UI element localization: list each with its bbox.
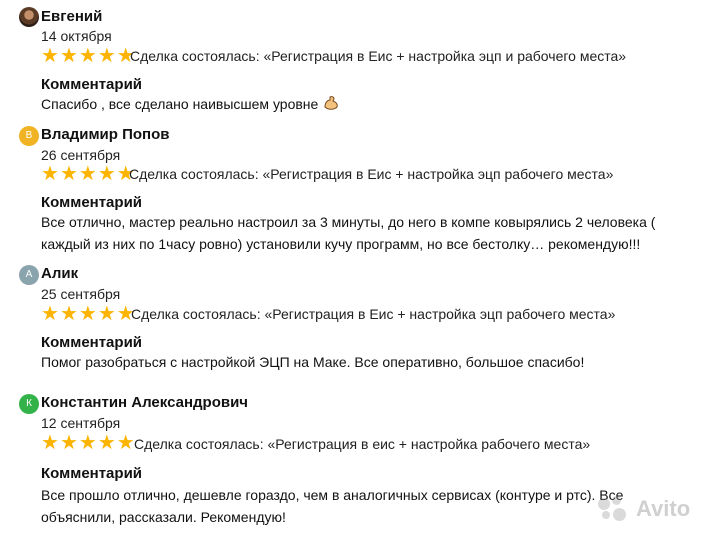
avatar[interactable]: В	[19, 126, 39, 146]
rating-stars: ★ ★ ★ ★ ★	[41, 304, 135, 324]
avatar[interactable]	[19, 7, 39, 27]
deal-info: Сделка состоялась: «Регистрация в Еис + …	[131, 306, 616, 322]
star-icon: ★	[97, 303, 116, 325]
star-icon: ★	[41, 432, 59, 454]
deal-info: Сделка состоялась: «Регистрация в Еис + …	[129, 166, 614, 182]
reviewer-name[interactable]: Алик	[41, 265, 78, 282]
deal-info: Сделка состоялась: «Регистрация в Еис + …	[130, 48, 627, 64]
rating-stars: ★ ★ ★ ★ ★	[41, 46, 135, 66]
avito-logo-icon	[598, 496, 632, 522]
star-icon: ★	[41, 45, 59, 67]
star-icon: ★	[41, 303, 59, 325]
reviewer-name[interactable]: Владимир Попов	[41, 126, 169, 143]
star-icon: ★	[78, 303, 97, 325]
star-icon: ★	[97, 163, 116, 185]
comment-text: Все отлично, мастер реально настроил за …	[41, 214, 656, 252]
star-icon: ★	[78, 432, 97, 454]
avatar[interactable]: А	[19, 265, 39, 285]
rating-stars: ★ ★ ★ ★ ★	[41, 433, 135, 453]
avito-logo-text: Avito	[636, 496, 691, 521]
star-icon: ★	[97, 432, 116, 454]
star-icon: ★	[78, 45, 97, 67]
rating-stars: ★ ★ ★ ★ ★	[41, 164, 135, 184]
reviewer-name[interactable]: Евгений	[41, 8, 102, 25]
review-date: 14 октября	[41, 28, 112, 44]
comment-text: Спасибо , все сделано наивысшем уровне	[41, 93, 701, 118]
star-icon: ★	[78, 163, 97, 185]
star-icon: ★	[59, 45, 78, 67]
review-date: 26 сентября	[41, 147, 121, 163]
star-icon: ★	[116, 432, 135, 454]
comment-title: Комментарий	[41, 465, 143, 482]
muscle-emoji-icon	[322, 94, 340, 118]
reviewer-name[interactable]: Константин Александрович	[41, 394, 248, 411]
avito-watermark: Avito	[598, 496, 690, 522]
avatar[interactable]: К	[19, 394, 39, 414]
comment-body: Спасибо , все сделано наивысшем уровне	[41, 96, 319, 112]
star-icon: ★	[41, 163, 59, 185]
deal-info: Сделка состоялась: «Регистрация в еис + …	[134, 436, 591, 452]
star-icon: ★	[59, 432, 78, 454]
star-icon: ★	[59, 303, 78, 325]
star-icon: ★	[59, 163, 78, 185]
comment-title: Комментарий	[41, 194, 143, 211]
star-icon: ★	[97, 45, 116, 67]
review-date: 12 сентября	[41, 415, 121, 431]
comment-title: Комментарий	[41, 76, 143, 93]
review-date: 25 сентября	[41, 286, 121, 302]
comment-text: Помог разобраться с настройкой ЭЦП на Ма…	[41, 354, 585, 370]
comment-title: Комментарий	[41, 334, 143, 351]
